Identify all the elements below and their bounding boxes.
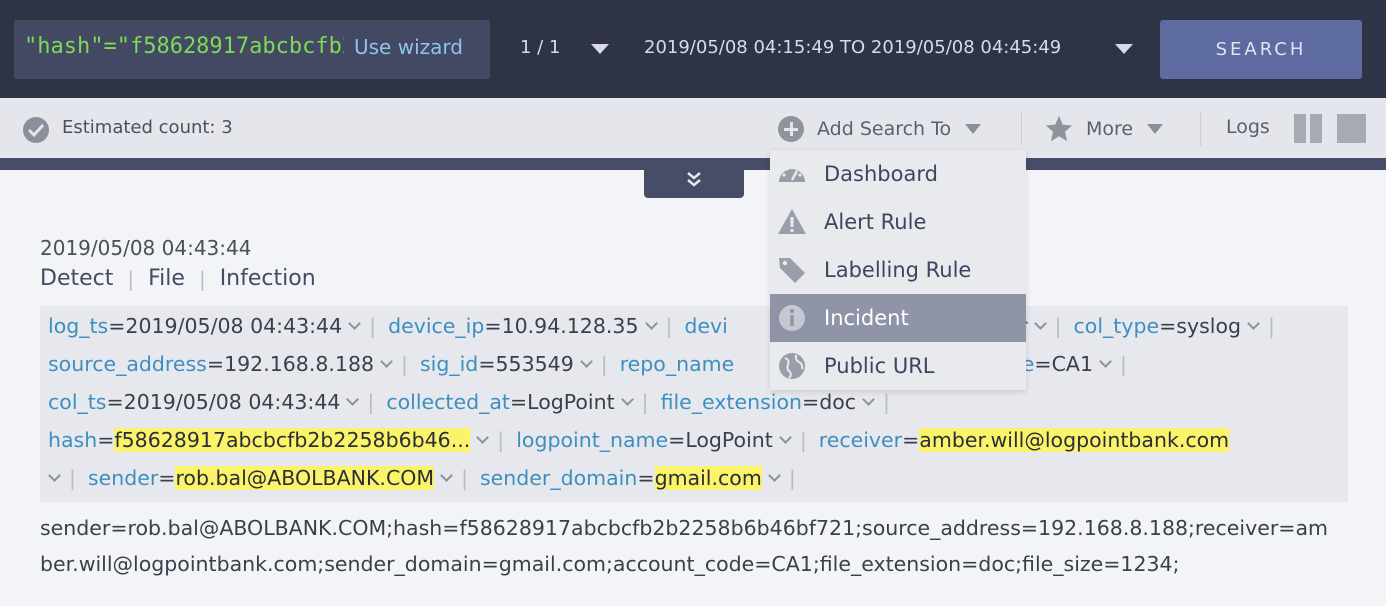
- time-range-selector[interactable]: 2019/05/08 04:15:49 TO 2019/05/08 04:45:…: [644, 37, 1061, 58]
- star-icon: [1045, 115, 1073, 142]
- menu-item-label: Incident: [824, 306, 909, 330]
- collapse-toggle[interactable]: [644, 162, 744, 198]
- field-key[interactable]: sender: [88, 466, 158, 490]
- query-input[interactable]: "hash"="f58628917abcbcfb2b2258b6b46bf721…: [14, 20, 490, 79]
- field-value[interactable]: 2019/05/08 04:43:44: [124, 390, 341, 414]
- plus-circle-icon: [778, 116, 804, 142]
- menu-item-labelling-rule[interactable]: Labelling Rule: [770, 246, 1026, 294]
- field-key[interactable]: col_ts: [48, 390, 106, 414]
- chevron-down-icon[interactable]: [346, 393, 360, 406]
- chevron-down-icon[interactable]: [1247, 317, 1260, 330]
- chevron-down-icon[interactable]: [440, 469, 453, 482]
- field-key[interactable]: source_address: [48, 352, 207, 376]
- field-row: | sender = rob.bal@ABOLBANK.COM | sender_do…: [48, 466, 808, 490]
- field-value-highlighted[interactable]: gmail.com: [654, 466, 762, 490]
- field-key[interactable]: collected_at: [386, 390, 510, 414]
- menu-item-dashboard[interactable]: Dashboard: [770, 150, 1026, 198]
- estimated-count: Estimated count: 3: [62, 117, 233, 138]
- field-value-highlighted[interactable]: f58628917abcbcfb2b2258b6b46...: [114, 428, 471, 452]
- result-pager: 1 / 1: [520, 37, 561, 58]
- tag-detect[interactable]: Detect: [40, 266, 113, 291]
- menu-item-label: Public URL: [824, 354, 935, 378]
- field-key[interactable]: receiver: [819, 428, 902, 452]
- menu-item-incident[interactable]: Incident: [770, 294, 1026, 342]
- toolbar-separator: [1021, 112, 1022, 146]
- log-fields: log_ts = 2019/05/08 04:43:44 | device_ip = 10…: [40, 306, 1348, 502]
- split-view-icon[interactable]: [1294, 114, 1322, 143]
- chevron-down-icon[interactable]: [476, 431, 490, 444]
- raw-log-message: sender=rob.bal@ABOLBANK.COM;hash=f586289…: [40, 516, 1328, 576]
- field-key[interactable]: repo_name: [620, 352, 735, 376]
- info-icon: [779, 305, 805, 331]
- field-value[interactable]: 10.94.128.35: [502, 314, 639, 338]
- chevron-down-icon: [965, 124, 982, 134]
- query-text[interactable]: "hash"="f58628917abcbcfb2b2258b6b46bf721…: [24, 34, 344, 59]
- check-circle-icon: [23, 117, 49, 143]
- chevron-down-icon: [1147, 124, 1164, 134]
- log-timestamp: 2019/05/08 04:43:44: [40, 236, 252, 260]
- field-value[interactable]: LogPoint: [685, 428, 773, 452]
- menu-item-label: Alert Rule: [824, 210, 927, 234]
- chevron-down-icon[interactable]: [767, 469, 781, 482]
- chevron-down-icon[interactable]: [1099, 355, 1112, 368]
- more-label: More: [1086, 118, 1134, 140]
- chevron-down-icon[interactable]: [48, 469, 61, 482]
- logs-view-label: Logs: [1226, 116, 1270, 138]
- more-button[interactable]: More: [1044, 114, 1164, 144]
- use-wizard-link[interactable]: Use wizard: [354, 35, 463, 59]
- field-key[interactable]: sender_domain: [480, 466, 637, 490]
- menu-item-alert-rule[interactable]: Alert Rule: [770, 198, 1026, 246]
- tag-file[interactable]: File: [148, 266, 185, 291]
- chevron-down-icon[interactable]: [620, 393, 634, 406]
- field-key[interactable]: col_type: [1074, 314, 1160, 338]
- chevron-down-icon[interactable]: [862, 393, 875, 406]
- field-row: col_ts = 2019/05/08 04:43:44 | collected_at…: [48, 390, 890, 414]
- field-key[interactable]: hash: [48, 428, 97, 452]
- chevron-down-icon[interactable]: [579, 355, 593, 368]
- pager-dropdown-icon[interactable]: [591, 44, 609, 54]
- add-search-to-button[interactable]: Add Search To: [778, 114, 982, 144]
- tag-separator: |: [198, 266, 206, 291]
- field-value[interactable]: 553549: [496, 352, 574, 376]
- field-key[interactable]: file_extension: [661, 390, 802, 414]
- log-tags: Detect | File | Infection: [40, 266, 316, 291]
- field-value[interactable]: syslog: [1176, 314, 1241, 338]
- toolbar-separator: [1200, 112, 1201, 146]
- field-key[interactable]: device_ip: [388, 314, 484, 338]
- field-value-highlighted[interactable]: amber.will@logpointbank.com: [919, 428, 1230, 452]
- chevron-down-icon[interactable]: [348, 317, 362, 330]
- field-key[interactable]: logpoint_name: [516, 428, 668, 452]
- field-key[interactable]: sig_id: [420, 352, 478, 376]
- menu-item-public-url[interactable]: Public URL: [770, 342, 1026, 390]
- tag-icon: [779, 258, 805, 283]
- field-value[interactable]: LogPoint: [527, 390, 615, 414]
- field-value-highlighted[interactable]: rob.bal@ABOLBANK.COM: [175, 466, 435, 490]
- alert-triangle-icon: [778, 209, 806, 234]
- double-chevron-down-icon: [687, 172, 701, 187]
- chevron-down-icon[interactable]: [1033, 317, 1047, 330]
- field-key[interactable]: log_ts: [48, 314, 108, 338]
- tag-separator: |: [127, 266, 135, 291]
- chevron-down-icon[interactable]: [380, 355, 393, 368]
- field-row: log_ts = 2019/05/08 04:43:44 | device_ip = 10…: [48, 314, 1275, 338]
- field-key[interactable]: devi: [684, 314, 727, 338]
- menu-item-label: Dashboard: [824, 162, 938, 186]
- field-value[interactable]: 2019/05/08 04:43:44: [125, 314, 342, 338]
- time-range-dropdown-icon[interactable]: [1115, 44, 1133, 54]
- menu-item-label: Labelling Rule: [824, 258, 972, 282]
- field-value[interactable]: CA1: [1052, 352, 1093, 376]
- add-search-to-label: Add Search To: [817, 118, 952, 140]
- dashboard-gauge-icon: [779, 165, 805, 182]
- full-view-icon[interactable]: [1337, 114, 1366, 143]
- add-search-to-menu: Dashboard Alert Rule Labelling Rule Inci…: [770, 150, 1026, 390]
- chevron-down-icon[interactable]: [644, 317, 658, 330]
- field-value[interactable]: 192.168.8.188: [224, 352, 374, 376]
- field-row: hash = f58628917abcbcfb2b2258b6b46... | log…: [48, 428, 1230, 452]
- field-value[interactable]: doc: [819, 390, 856, 414]
- chevron-down-icon[interactable]: [778, 431, 792, 444]
- search-button[interactable]: SEARCH: [1160, 20, 1362, 79]
- globe-icon: [779, 353, 805, 379]
- tag-infection[interactable]: Infection: [220, 266, 316, 291]
